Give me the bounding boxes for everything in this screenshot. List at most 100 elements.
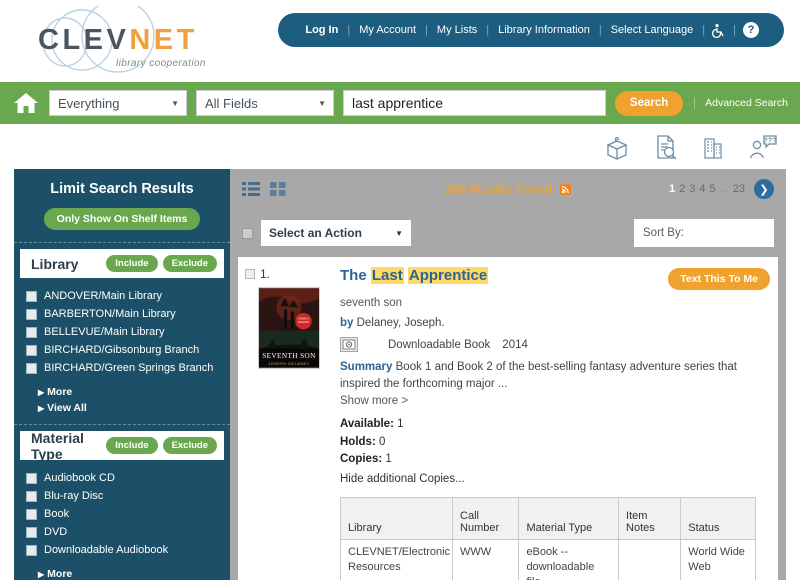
facet-option[interactable]: Blu-ray Disc (26, 487, 230, 505)
result-detail-column: The Last Apprentice Text This To Me seve… (338, 267, 778, 580)
show-more-link[interactable]: Show more > (340, 395, 770, 407)
checkbox-icon[interactable] (26, 326, 37, 338)
media-type-icon (340, 337, 358, 352)
checkbox-icon[interactable] (26, 308, 37, 320)
facet-buttons: Include Exclude (106, 437, 217, 454)
nav-select-language[interactable]: Select Language (602, 24, 703, 36)
view-all-link-library[interactable]: ▶ View All (38, 400, 230, 416)
facet-option-label: BELLEVUE/Main Library (44, 326, 165, 338)
logo-net: NET (129, 24, 198, 56)
home-icon[interactable] (12, 89, 40, 117)
wheelchair-icon[interactable] (705, 23, 733, 38)
facet-option[interactable]: BIRCHARD/Gibsonburg Branch (26, 341, 230, 359)
more-link-library[interactable]: ▶ More (38, 384, 230, 400)
page-3[interactable]: 3 (689, 183, 695, 195)
include-button-library[interactable]: Include (106, 255, 158, 272)
checkbox-icon[interactable] (26, 290, 37, 302)
sort-by-label: Sort By: (643, 227, 684, 239)
svg-text:MAJOR: MAJOR (298, 320, 310, 324)
search-button[interactable]: Search (615, 90, 684, 116)
copies-row: Copies: 1 (340, 451, 770, 468)
page-header: CLEVNET library cooperation Log In | My … (0, 0, 800, 82)
facet-option-label: Downloadable Audiobook (44, 544, 169, 556)
result-summary: Summary Book 1 and Book 2 of the best-se… (340, 359, 770, 392)
facet-title-library: Library (31, 255, 79, 272)
select-an-action-dropdown[interactable]: Select an Action ▼ (261, 220, 411, 246)
advanced-search-link[interactable]: Advanced Search (694, 97, 788, 109)
checkbox-icon[interactable] (26, 362, 37, 374)
page-last[interactable]: 23 (733, 183, 745, 195)
text-this-to-me-button[interactable]: Text This To Me (668, 268, 770, 290)
research-document-icon[interactable] (652, 133, 678, 161)
facet-option-label: Audiobook CD (44, 472, 115, 484)
search-input[interactable] (343, 90, 607, 116)
checkbox-icon[interactable] (26, 490, 37, 502)
checkbox-icon[interactable] (26, 544, 37, 556)
include-button-material-type[interactable]: Include (106, 437, 158, 454)
checkbox-icon[interactable] (26, 344, 37, 356)
title-prefix: The (340, 267, 371, 284)
search-scope-select[interactable]: Everything ▼ (49, 90, 187, 116)
facet-more-links-material-type: ▶More ▶View All (14, 561, 230, 580)
only-show-on-shelf-button[interactable]: Only Show On Shelf Items (43, 208, 201, 230)
facet-option[interactable]: BARBERTON/Main Library (26, 305, 230, 323)
search-field-value: All Fields (205, 95, 258, 111)
checkbox-icon[interactable] (26, 526, 37, 538)
result-year: 2014 (502, 338, 528, 351)
summary-text: Book 1 and Book 2 of the best-selling fa… (340, 361, 738, 390)
page-2[interactable]: 2 (679, 183, 685, 195)
facet-option[interactable]: Audiobook CD (26, 469, 230, 487)
exclude-button-library[interactable]: Exclude (162, 255, 217, 272)
facet-option[interactable]: BIRCHARD/Green Springs Branch (26, 359, 230, 377)
result-material-row: Downloadable Book 2014 (340, 337, 770, 352)
result-author-link[interactable]: Delaney, Joseph. (357, 317, 445, 329)
help-icon[interactable]: ? (736, 22, 766, 38)
facet-buttons: Include Exclude (106, 255, 217, 272)
column-material-type: Material Type (518, 497, 620, 541)
page-1[interactable]: 1 (669, 183, 675, 195)
facet-option[interactable]: DVD (26, 523, 230, 541)
nav-my-account[interactable]: My Account (350, 24, 425, 36)
book-cover-thumbnail[interactable]: NOW A MAJOR SEVENTH SON JOSEPH DELANEY (258, 287, 320, 369)
by-label: by (340, 317, 354, 329)
hide-additional-copies-link[interactable]: Hide additional Copies... (340, 471, 770, 488)
nav-library-information[interactable]: Library Information (489, 24, 599, 36)
clevnet-logo[interactable]: CLEVNET library cooperation (20, 6, 210, 76)
page-5[interactable]: 5 (709, 183, 715, 195)
facet-option-label: ANDOVER/Main Library (44, 290, 162, 302)
facet-option-label: BIRCHARD/Green Springs Branch (44, 362, 214, 374)
facet-header: Material Type Include Exclude (20, 430, 224, 462)
exclude-button-material-type[interactable]: Exclude (162, 437, 217, 454)
page-4[interactable]: 4 (699, 183, 705, 195)
grid-view-icon[interactable] (270, 182, 286, 196)
nav-log-in[interactable]: Log In (296, 24, 347, 36)
holds-value: 0 (378, 435, 386, 448)
select-all-checkbox[interactable] (242, 227, 253, 239)
facet-option[interactable]: BELLEVUE/Main Library (26, 323, 230, 341)
facet-option[interactable]: ANDOVER/Main Library (26, 287, 230, 305)
result-checkbox[interactable] (245, 269, 255, 279)
svg-text:JOSEPH DELANEY: JOSEPH DELANEY (268, 361, 309, 366)
more-link-material-type[interactable]: ▶ More (38, 566, 230, 580)
facet-option[interactable]: Downloadable Audiobook (26, 541, 230, 559)
list-view-icon[interactable] (242, 182, 260, 196)
search-scope-value: Everything (58, 95, 120, 111)
rss-icon[interactable] (559, 184, 571, 195)
facet-option-label: BARBERTON/Main Library (44, 308, 176, 320)
holdings-head: Library Call Number Material Type Item N… (339, 497, 756, 541)
table-row: CLEVNET/Electronic Resources WWW eBook -… (339, 539, 756, 580)
facet-option[interactable]: Book (26, 505, 230, 523)
ask-librarian-icon[interactable]: ??? (748, 133, 778, 161)
result-title-link[interactable]: The Last Apprentice (340, 267, 489, 286)
view-toggle-group (242, 182, 286, 196)
sort-by-select[interactable]: Sort By: (634, 219, 774, 247)
triangle-right-icon: ▶ (38, 570, 45, 579)
search-field-select[interactable]: All Fields ▼ (196, 90, 334, 116)
checkbox-icon[interactable] (26, 508, 37, 520)
cell-call-number: WWW (452, 539, 520, 580)
ebook-box-icon[interactable]: e (604, 133, 630, 161)
next-arrow-icon[interactable]: ❯ (754, 179, 774, 199)
library-building-icon[interactable] (700, 133, 726, 161)
nav-my-lists[interactable]: My Lists (428, 24, 486, 36)
checkbox-icon[interactable] (26, 472, 37, 484)
